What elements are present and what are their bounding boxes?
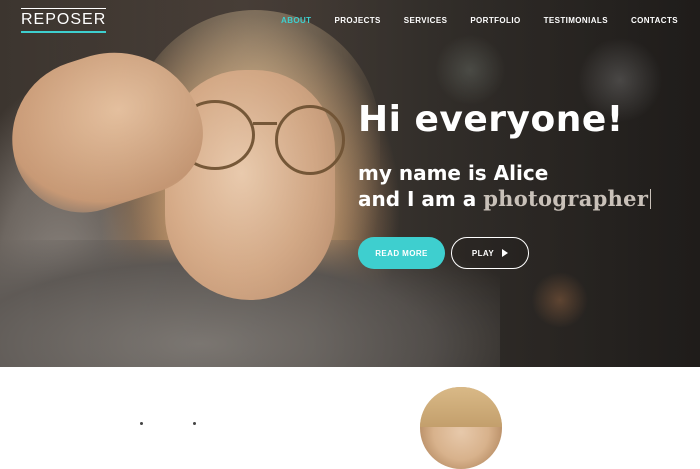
typed-word: photographer: [483, 186, 649, 211]
hero-headline: Hi everyone!: [358, 99, 624, 140]
play-button[interactable]: PLAY: [451, 237, 529, 269]
main-menu: ABOUT PROJECTS SERVICES PORTFOLIO TESTIM…: [258, 16, 678, 25]
hero-subtitle-line2: and I am a photographer: [358, 186, 652, 212]
nav-item-about[interactable]: ABOUT: [281, 16, 311, 25]
nav-item-projects[interactable]: PROJECTS: [334, 16, 380, 25]
hero-subtitle-line1: my name is Alice: [358, 161, 549, 185]
nav-item-portfolio[interactable]: PORTFOLIO: [470, 16, 520, 25]
section-heading-partial: [140, 410, 246, 429]
hero-subtitle: my name is Alice and I am a photographer: [358, 160, 652, 212]
play-icon: [502, 249, 509, 257]
read-more-button[interactable]: READ MORE: [358, 237, 445, 269]
typing-cursor: [650, 189, 652, 209]
top-navbar: REPOSER ABOUT PROJECTS SERVICES PORTFOLI…: [0, 0, 700, 44]
about-section-preview: [0, 367, 700, 469]
nav-item-contacts[interactable]: CONTACTS: [631, 16, 678, 25]
hero-section: REPOSER ABOUT PROJECTS SERVICES PORTFOLI…: [0, 0, 700, 367]
play-button-label: PLAY: [471, 248, 495, 258]
site-logo[interactable]: REPOSER: [21, 8, 107, 33]
profile-avatar: [420, 387, 502, 469]
nav-item-testimonials[interactable]: TESTIMONIALS: [544, 16, 608, 25]
nav-item-services[interactable]: SERVICES: [404, 16, 448, 25]
hero-subtitle-prefix: and I am a: [358, 187, 484, 211]
